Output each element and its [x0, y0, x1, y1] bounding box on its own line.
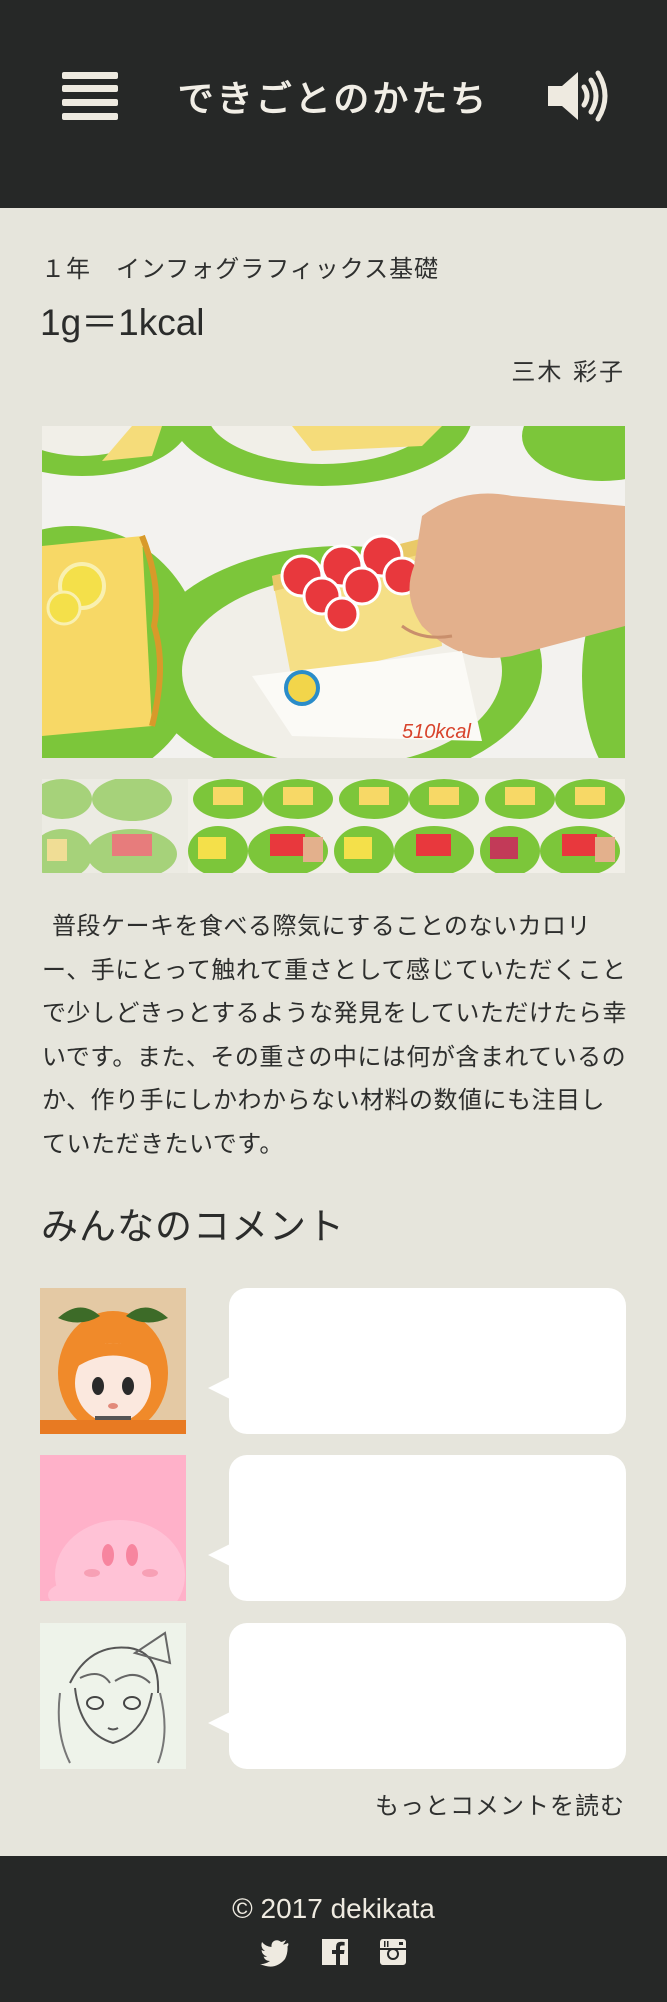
comment-item	[40, 1288, 626, 1434]
main-photo: 510kcal	[42, 426, 625, 758]
photo-label-text: 510kcal	[402, 721, 471, 743]
hamburger-icon	[62, 72, 118, 79]
thumbnail-3[interactable]	[334, 779, 480, 873]
hamburger-icon-bar	[62, 99, 118, 106]
twitter-icon[interactable]	[260, 1937, 290, 1967]
thumbnail-2[interactable]	[188, 779, 334, 873]
comment-item	[40, 1623, 626, 1769]
site-footer	[0, 1856, 667, 2002]
pink-character-avatar[interactable]	[40, 1455, 186, 1601]
instagram-icon[interactable]	[378, 1937, 408, 1967]
facebook-icon[interactable]	[320, 1937, 350, 1967]
hamburger-icon-bar	[62, 85, 118, 92]
comment-bubble	[229, 1455, 626, 1601]
cake-photo-image: 510kcal	[42, 426, 625, 758]
comment-bubble	[229, 1623, 626, 1769]
orange-hair-figure-avatar[interactable]	[40, 1288, 186, 1434]
comment-bubble	[229, 1288, 626, 1434]
thumbnail-1[interactable]	[42, 779, 188, 873]
thumbnail-4[interactable]	[480, 779, 625, 873]
work-description: 普段ケーキを食べる際気にすることのないカロリー、手にとって触れて重さとして感じて…	[42, 912, 627, 1158]
hamburger-icon-bar	[62, 113, 118, 120]
copyright-text: © 2017 dekikata	[232, 1893, 435, 1924]
comment-item	[40, 1455, 626, 1601]
thumbnail-strip	[42, 779, 625, 873]
menu-button[interactable]	[62, 72, 118, 120]
speaker-icon	[548, 70, 608, 122]
site-title[interactable]: できごとのかたち	[150, 70, 517, 122]
comments-heading: みんなのコメント	[41, 1205, 345, 1248]
pencil-sketch-avatar[interactable]	[40, 1623, 186, 1769]
author-name: 三木 彩子	[511, 358, 625, 386]
sound-button[interactable]	[546, 68, 612, 124]
more-comments-link[interactable]: もっとコメントを読む	[375, 1786, 625, 1821]
course-label: １年 インフォグラフィックス基礎	[41, 255, 440, 283]
work-title: 1g＝1kcal	[40, 302, 205, 343]
